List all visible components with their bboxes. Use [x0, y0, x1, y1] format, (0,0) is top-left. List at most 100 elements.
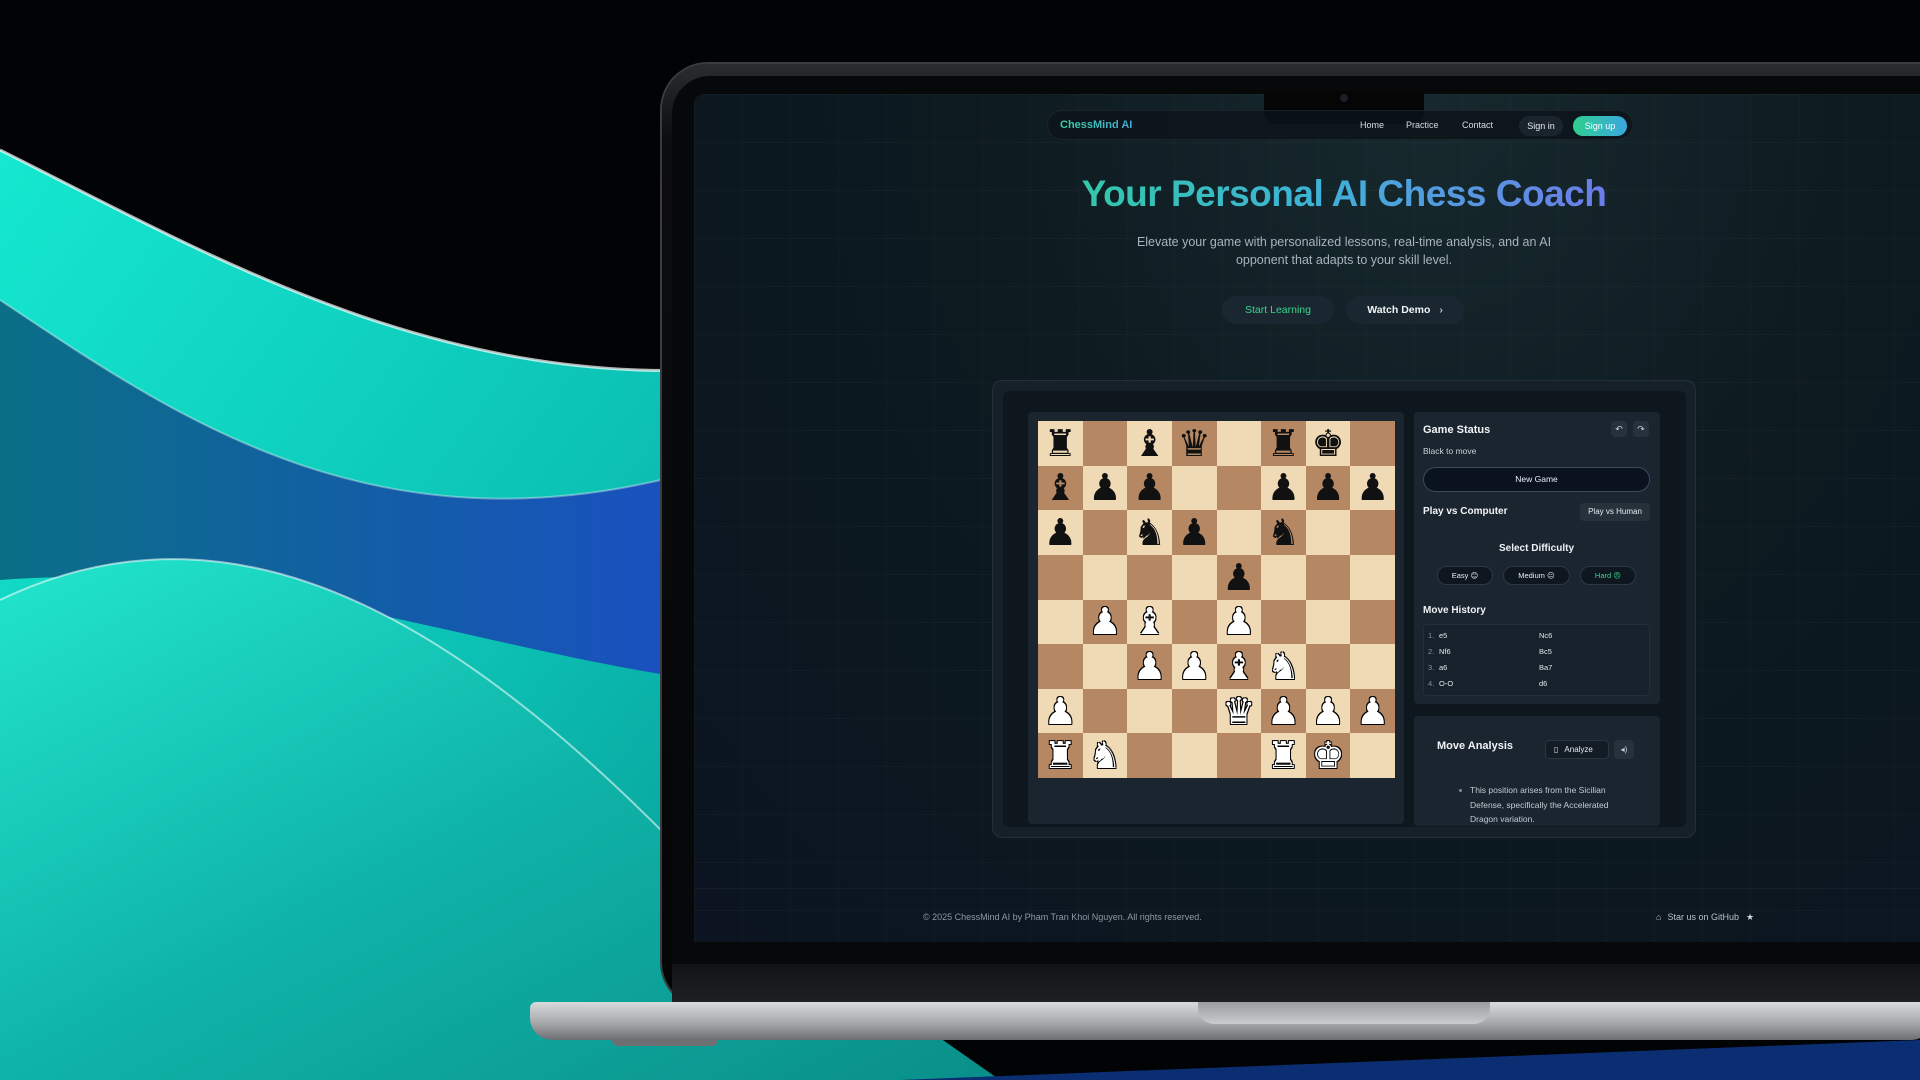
board-square[interactable]: [1171, 465, 1217, 511]
board-square[interactable]: [1127, 554, 1172, 600]
white-rook-icon[interactable]: ♜: [1267, 737, 1300, 774]
board-square[interactable]: ♞: [1261, 644, 1306, 689]
board-square[interactable]: ♞: [1082, 733, 1128, 778]
board-square[interactable]: [1082, 421, 1128, 466]
board-square[interactable]: ♟: [1082, 599, 1128, 645]
board-square[interactable]: [1350, 554, 1395, 600]
board-square[interactable]: [1127, 688, 1172, 734]
black-pawn-icon[interactable]: ♟: [1178, 514, 1211, 551]
board-square[interactable]: [1038, 599, 1083, 645]
move-white[interactable]: a6: [1439, 663, 1447, 672]
black-rook-icon[interactable]: ♜: [1044, 425, 1077, 462]
github-star-link[interactable]: ⌂ Star us on GitHub ★: [1656, 912, 1754, 923]
white-bishop-icon[interactable]: ♝: [1133, 603, 1166, 640]
white-pawn-icon[interactable]: ♟: [1044, 693, 1077, 730]
board-square[interactable]: [1216, 465, 1262, 511]
board-square[interactable]: [1082, 644, 1128, 689]
board-square[interactable]: [1216, 510, 1262, 555]
black-bishop-icon[interactable]: ♝: [1133, 425, 1166, 462]
board-square[interactable]: ♚: [1305, 733, 1351, 778]
board-square[interactable]: [1216, 733, 1262, 778]
brand-logo[interactable]: ChessMind AI: [1060, 119, 1132, 131]
board-square[interactable]: ♜: [1261, 733, 1306, 778]
white-knight-icon[interactable]: ♞: [1267, 648, 1300, 685]
board-square[interactable]: [1350, 644, 1395, 689]
sign-up-button[interactable]: Sign up: [1573, 116, 1627, 136]
board-square[interactable]: [1082, 510, 1128, 555]
board-square[interactable]: [1350, 599, 1395, 645]
board-square[interactable]: [1038, 554, 1083, 600]
watch-demo-button[interactable]: Watch Demo ›: [1346, 296, 1464, 324]
play-vs-human-button[interactable]: Play vs Human: [1580, 503, 1650, 521]
white-pawn-icon[interactable]: ♟: [1133, 648, 1166, 685]
black-rook-icon[interactable]: ♜: [1267, 425, 1300, 462]
black-pawn-icon[interactable]: ♟: [1267, 469, 1300, 506]
move-white[interactable]: O-O: [1439, 679, 1453, 688]
speaker-icon[interactable]: ◂): [1614, 740, 1634, 759]
move-white[interactable]: Nf6: [1439, 647, 1451, 656]
white-pawn-icon[interactable]: ♟: [1178, 648, 1211, 685]
move-black[interactable]: Bc5: [1539, 647, 1552, 656]
move-black[interactable]: Nc6: [1539, 631, 1552, 640]
board-square[interactable]: [1171, 554, 1217, 600]
black-queen-icon[interactable]: ♛: [1178, 425, 1211, 462]
board-square[interactable]: ♟: [1261, 688, 1306, 734]
board-square[interactable]: [1038, 644, 1083, 689]
new-game-button[interactable]: New Game: [1423, 467, 1650, 492]
board-square[interactable]: ♟: [1305, 688, 1351, 734]
difficulty-medium-button[interactable]: Medium 😐: [1503, 566, 1570, 585]
board-square[interactable]: ♟: [1127, 465, 1172, 511]
board-square[interactable]: ♜: [1038, 421, 1083, 466]
white-rook-icon[interactable]: ♜: [1044, 737, 1077, 774]
white-queen-icon[interactable]: ♛: [1222, 693, 1255, 730]
board-square[interactable]: ♛: [1216, 688, 1262, 734]
difficulty-hard-button[interactable]: Hard 😠: [1580, 566, 1636, 585]
board-square[interactable]: [1305, 599, 1351, 645]
start-learning-button[interactable]: Start Learning: [1222, 296, 1334, 324]
board-square[interactable]: ♝: [1127, 421, 1172, 466]
black-knight-icon[interactable]: ♞: [1133, 514, 1166, 551]
white-bishop-icon[interactable]: ♝: [1222, 648, 1255, 685]
white-king-icon[interactable]: ♚: [1311, 737, 1344, 774]
board-square[interactable]: [1305, 644, 1351, 689]
board-square[interactable]: ♟: [1171, 510, 1217, 555]
white-knight-icon[interactable]: ♞: [1088, 737, 1121, 774]
black-pawn-icon[interactable]: ♟: [1133, 469, 1166, 506]
board-square[interactable]: [1171, 599, 1217, 645]
board-square[interactable]: [1350, 421, 1395, 466]
board-square[interactable]: ♚: [1305, 421, 1351, 466]
board-square[interactable]: [1171, 688, 1217, 734]
board-square[interactable]: ♝: [1038, 465, 1083, 511]
board-square[interactable]: [1082, 688, 1128, 734]
black-pawn-icon[interactable]: ♟: [1088, 469, 1121, 506]
nav-link-practice[interactable]: Practice: [1406, 120, 1439, 130]
black-pawn-icon[interactable]: ♟: [1044, 514, 1077, 551]
board-square[interactable]: ♟: [1350, 688, 1395, 734]
board-square[interactable]: [1261, 554, 1306, 600]
board-square[interactable]: [1171, 733, 1217, 778]
sign-in-button[interactable]: Sign in: [1519, 116, 1563, 136]
board-square[interactable]: [1350, 510, 1395, 555]
white-pawn-icon[interactable]: ♟: [1311, 693, 1344, 730]
board-square[interactable]: ♟: [1350, 465, 1395, 511]
black-pawn-icon[interactable]: ♟: [1356, 469, 1389, 506]
board-square[interactable]: [1082, 554, 1128, 600]
difficulty-easy-button[interactable]: Easy 😊: [1437, 566, 1493, 585]
board-square[interactable]: ♞: [1127, 510, 1172, 555]
chess-board[interactable]: ♜ ♝ ♛ ♜ ♚ ♝ ♟ ♟ ♟ ♟ ♟ ♟ ♞ ♟ ♞ ♟ ♟ ♝ ♟ ♟ ♟ ♝ ♞ ♟ ♛ ♟ ♟ ♟ ♜ ♞ ♜ ♚: [1038, 421, 1395, 778]
board-square[interactable]: ♟: [1305, 465, 1351, 511]
redo-icon[interactable]: ↷: [1633, 421, 1649, 437]
board-square[interactable]: ♜: [1261, 421, 1306, 466]
board-square[interactable]: [1350, 733, 1395, 778]
board-square[interactable]: ♟: [1171, 644, 1217, 689]
board-square[interactable]: ♝: [1127, 599, 1172, 645]
board-square[interactable]: [1305, 510, 1351, 555]
white-pawn-icon[interactable]: ♟: [1222, 603, 1255, 640]
move-black[interactable]: d6: [1539, 679, 1547, 688]
board-square[interactable]: [1261, 599, 1306, 645]
board-square[interactable]: [1305, 554, 1351, 600]
black-pawn-icon[interactable]: ♟: [1311, 469, 1344, 506]
board-square[interactable]: ♟: [1261, 465, 1306, 511]
board-square[interactable]: ♞: [1261, 510, 1306, 555]
board-square[interactable]: [1127, 733, 1172, 778]
